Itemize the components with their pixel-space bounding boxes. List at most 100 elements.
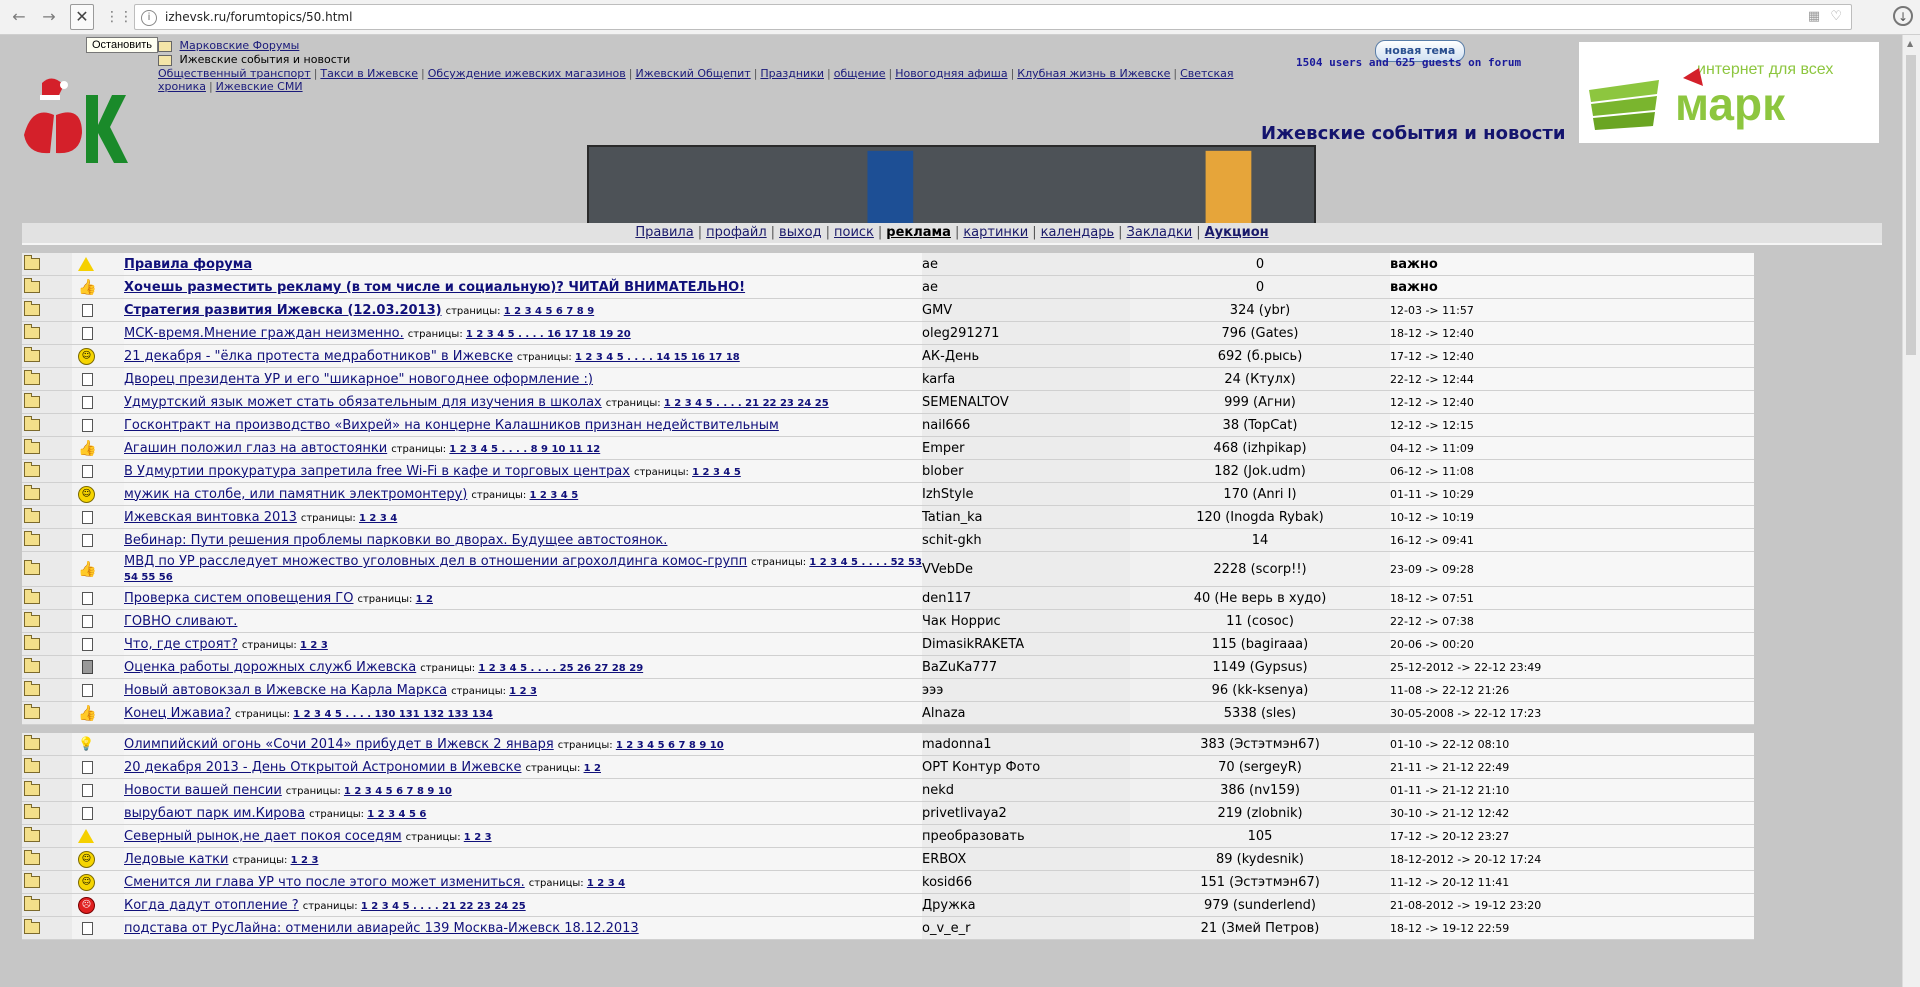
scroll-up-icon[interactable]: ▲ <box>1907 39 1913 48</box>
topic-link[interactable]: Правила форума <box>124 257 252 272</box>
menu-item[interactable]: Закладки <box>1127 225 1193 240</box>
topic-author[interactable]: Alnaza <box>922 701 1130 725</box>
forum-link[interactable]: Ижевские СМИ <box>216 80 303 93</box>
site-logo[interactable] <box>22 75 152 165</box>
page-links[interactable]: 1 2 3 4 5 . . . . 21 22 23 24 25 <box>664 398 829 409</box>
topic-link[interactable]: Ижевская винтовка 2013 <box>124 510 297 525</box>
page-links[interactable]: 1 2 <box>416 594 433 605</box>
topic-author[interactable]: Чак Норрис <box>922 609 1130 633</box>
topic-author[interactable]: Tatian_ka <box>922 505 1130 529</box>
topic-link[interactable]: вырубают парк им.Кирова <box>124 806 305 821</box>
scroll-thumb[interactable] <box>1906 55 1916 355</box>
page-links[interactable]: 1 2 3 4 5 . . . . 25 26 27 28 29 <box>478 663 643 674</box>
topic-link[interactable]: Оценка работы дорожных служб Ижевска <box>124 660 416 675</box>
menu-item[interactable]: календарь <box>1041 225 1115 240</box>
topic-link[interactable]: Конец Ижавиа? <box>124 706 231 721</box>
forward-button[interactable]: → <box>36 4 62 30</box>
forum-link[interactable]: Обсуждение ижевских магазинов <box>428 67 626 80</box>
topic-link[interactable]: 20 декабря 2013 - День Открытой Астроном… <box>124 760 521 775</box>
topic-author[interactable]: den117 <box>922 586 1130 610</box>
ad-banner[interactable] <box>587 145 1316 235</box>
topic-author[interactable]: DimasikRAKETA <box>922 632 1130 656</box>
apps-icon[interactable]: ⋮⋮ <box>105 4 133 30</box>
topic-author[interactable]: nekd <box>922 778 1130 802</box>
topic-link[interactable]: МСК-время.Мнение граждан неизменно. <box>124 326 404 341</box>
page-links[interactable]: 1 2 3 4 5 6 <box>367 809 426 820</box>
menu-item[interactable]: картинки <box>963 225 1028 240</box>
topic-author[interactable]: АК-День <box>922 344 1130 368</box>
page-links[interactable]: 1 2 3 <box>464 832 492 843</box>
topic-author[interactable]: эээ <box>922 678 1130 702</box>
breadcrumb-root[interactable]: Марковские Форумы <box>180 39 300 52</box>
topic-link[interactable]: Проверка систем оповещения ГО <box>124 591 353 606</box>
forum-link[interactable]: Такси в Ижевске <box>320 67 418 80</box>
page-links[interactable]: 1 2 3 4 5 6 7 8 9 <box>504 306 594 317</box>
page-links[interactable]: 1 2 3 4 <box>359 513 397 524</box>
topic-link[interactable]: Хочешь разместить рекламу (в том числе и… <box>124 280 745 295</box>
page-links[interactable]: 1 2 3 4 5 . . . . 14 15 16 17 18 <box>575 352 740 363</box>
menu-item[interactable]: поиск <box>834 225 874 240</box>
forum-link[interactable]: Праздники <box>760 67 824 80</box>
mark-banner[interactable]: интернет для всех марк <box>1579 42 1879 143</box>
topic-author[interactable]: BaZuKa777 <box>922 655 1130 679</box>
topic-link[interactable]: Вебинар: Пути решения проблемы парковки … <box>124 533 667 548</box>
topic-link[interactable]: подстава от РусЛайна: отменили авиарейс … <box>124 921 639 936</box>
topic-link[interactable]: ГОВНО сливают. <box>124 614 237 629</box>
page-links[interactable]: 1 2 <box>584 763 601 774</box>
topic-author[interactable]: ERBOX <box>922 847 1130 871</box>
menu-item[interactable]: реклама <box>886 225 951 240</box>
topic-author[interactable]: o_v_e_r <box>922 916 1130 940</box>
page-links[interactable]: 1 2 3 4 5 6 7 8 9 10 <box>616 740 724 751</box>
topic-link[interactable]: МВД по УР расследует множество уголовных… <box>124 554 747 569</box>
download-icon[interactable]: ↓ <box>1893 6 1913 26</box>
forum-link[interactable]: Общественный транспорт <box>158 67 311 80</box>
forum-link[interactable]: общение <box>834 67 886 80</box>
topic-author[interactable]: blober <box>922 459 1130 483</box>
page-links[interactable]: 1 2 3 4 5 . . . . 21 22 23 24 25 <box>361 901 526 912</box>
topic-link[interactable]: Госконтракт на производство «Вихрей» на … <box>124 418 779 433</box>
topic-author[interactable]: VVebDe <box>922 551 1130 587</box>
topic-author[interactable]: Дружка <box>922 893 1130 917</box>
topic-author[interactable]: oleg291271 <box>922 321 1130 345</box>
page-links[interactable]: 1 2 3 4 5 . . . . 130 131 132 133 134 <box>293 709 493 720</box>
topic-author[interactable]: madonna1 <box>922 733 1130 756</box>
page-links[interactable]: 1 2 3 4 <box>587 878 625 889</box>
page-links[interactable]: 1 2 3 4 5 . . . . 8 9 10 11 12 <box>449 444 600 455</box>
topic-author[interactable]: nail666 <box>922 413 1130 437</box>
back-button[interactable]: ← <box>6 4 32 30</box>
page-links[interactable]: 1 2 3 <box>300 640 328 651</box>
topic-author[interactable]: karfa <box>922 367 1130 391</box>
topic-link[interactable]: Северный рынок,не дает покоя соседям <box>124 829 402 844</box>
menu-item[interactable]: Правила <box>635 225 693 240</box>
topic-link[interactable]: Олимпийский огонь «Сочи 2014» прибудет в… <box>124 737 554 752</box>
menu-item[interactable]: выход <box>779 225 822 240</box>
topic-author[interactable]: schit-gkh <box>922 528 1130 552</box>
topic-author[interactable]: GMV <box>922 298 1130 322</box>
bookmark-icon[interactable]: ▦ ♡ <box>1808 9 1845 24</box>
topic-author[interactable]: privetlivaya2 <box>922 801 1130 825</box>
topic-link[interactable]: Удмуртский язык может стать обязательным… <box>124 395 602 410</box>
topic-link[interactable]: Агашин положил глаз на автостоянки <box>124 441 387 456</box>
topic-author[interactable]: Emper <box>922 436 1130 460</box>
page-links[interactable]: 1 2 3 4 5 6 7 8 9 10 <box>344 786 452 797</box>
forum-link[interactable]: Ижевский Общепит <box>635 67 750 80</box>
forum-link[interactable]: Клубная жизнь в Ижевске <box>1017 67 1170 80</box>
address-bar[interactable]: i izhevsk.ru/forumtopics/50.html ▦ ♡ <box>134 4 1852 30</box>
menu-item[interactable]: Аукцион <box>1205 225 1269 240</box>
topic-link[interactable]: Новости вашей пенсии <box>124 783 282 798</box>
url-text[interactable]: izhevsk.ru/forumtopics/50.html <box>165 10 352 24</box>
info-icon[interactable]: i <box>141 10 157 26</box>
topic-link[interactable]: Сменится ли глава УР что после этого мож… <box>124 875 525 890</box>
page-links[interactable]: 1 2 3 <box>509 686 537 697</box>
topic-link[interactable]: Стратегия развития Ижевска (12.03.2013) <box>124 303 442 318</box>
topic-link[interactable]: мужик на столбе, или памятник электромон… <box>124 487 467 502</box>
topic-author[interactable]: ae <box>922 275 1130 299</box>
page-links[interactable]: 1 2 3 4 5 . . . . 16 17 18 19 20 <box>466 329 631 340</box>
topic-link[interactable]: 21 декабря - "ёлка протеста медработнико… <box>124 349 513 364</box>
topic-author[interactable]: преобразовать <box>922 824 1130 848</box>
page-links[interactable]: 1 2 3 <box>291 855 319 866</box>
page-links[interactable]: 1 2 3 4 5 <box>529 490 578 501</box>
topic-author[interactable]: kosid66 <box>922 870 1130 894</box>
topic-link[interactable]: В Удмуртии прокуратура запретила free Wi… <box>124 464 630 479</box>
topic-link[interactable]: Что, где строят? <box>124 637 238 652</box>
